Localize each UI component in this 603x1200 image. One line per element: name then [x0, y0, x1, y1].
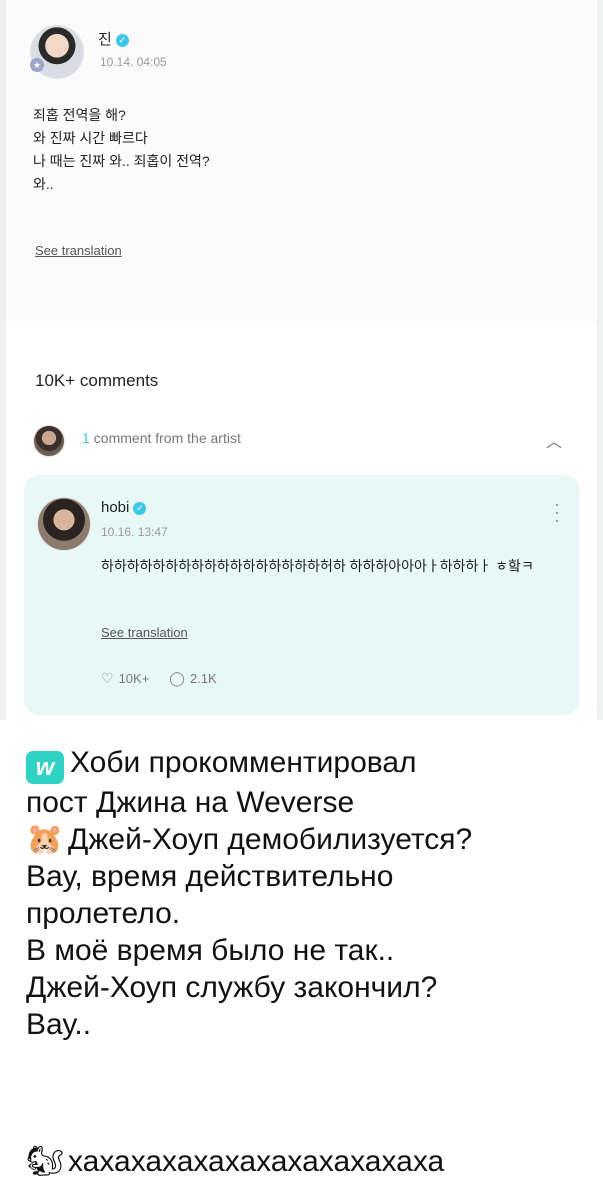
message-text: w Хоби прокомментировал пост Джина на Wev… — [26, 744, 596, 1043]
more-options-icon[interactable]: · · · — [553, 495, 561, 529]
hamster-icon: 🐹 — [26, 823, 64, 856]
post-time: 10.14. 04:05 — [100, 55, 167, 69]
comment-text: 하하하하하하하하하하하하하하하하하허하 하하하아아아ㅏ하하하ㅏ ㅎ핰ㅋ — [101, 558, 534, 574]
reply-count: 2.1K — [189, 671, 217, 686]
artist-comment-label: comment from the artist — [93, 430, 241, 446]
weverse-logo-icon: w — [26, 751, 64, 784]
comment-author-text: hobi — [101, 499, 130, 516]
verified-icon: ✓ — [115, 34, 129, 47]
laugh-line: 🐿 хахахахахахахахахахахаха — [26, 1143, 444, 1181]
message-line: w Хоби прокомментировал — [26, 744, 596, 784]
chevron-up-icon[interactable]: ︿ — [546, 428, 562, 452]
message-line: 🐹 Джей-Хоуп демобилизуется? — [26, 823, 473, 856]
message-line: Вау.. — [26, 1008, 92, 1041]
star-badge-icon: ★ — [30, 58, 44, 72]
comment-time: 10.16. 13:47 — [101, 525, 168, 539]
laugh-text: хахахахахахахахахахахаха — [68, 1145, 445, 1178]
author-name-text: 진 — [98, 31, 112, 48]
comment-see-translation-link[interactable]: See translation — [101, 625, 188, 640]
message-line: пролетело. — [26, 897, 181, 930]
right-edge — [597, 0, 603, 720]
reply-button[interactable]: ◯ 2.1K — [169, 670, 216, 687]
screenshot: ★ 진 ✓ 10.14. 04:05 죄홉 전역을 해? 와 진짜 시간 빠르다 … — [0, 0, 603, 1200]
post-see-translation-link[interactable]: See translation — [35, 243, 122, 258]
message-line: пост Джина на Weverse — [26, 786, 355, 819]
artist-comment-number: 1 — [82, 430, 90, 446]
comment-author[interactable]: hobi ✓ — [101, 499, 147, 516]
like-icon: ♡ — [101, 670, 114, 686]
artist-comment-avatar — [33, 425, 65, 457]
comment-reactions: ♡ 10K+ ◯ 2.1K — [101, 670, 237, 687]
message-line: Джей-Хоуп службу закончил? — [26, 971, 438, 1004]
verified-icon: ✓ — [133, 502, 147, 515]
comments-count: 10K+ comments — [35, 371, 159, 390]
post-body: 죄홉 전역을 해? 와 진짜 시간 빠르다 나 때는 진짜 와.. 죄홉이 전역… — [33, 107, 210, 192]
squirrel-icon: 🐿 — [26, 1145, 65, 1178]
like-count: 10K+ — [118, 671, 150, 686]
message-line: Вау, время действительно — [26, 860, 394, 893]
message-line: В моё время было не так.. — [26, 934, 395, 967]
artist-comments-toggle[interactable]: 1 comment from the artist — [82, 430, 241, 446]
reply-bubble-icon: ◯ — [169, 670, 185, 686]
hobi-avatar[interactable] — [37, 497, 91, 551]
author-name[interactable]: 진 ✓ — [98, 28, 129, 49]
like-button[interactable]: ♡ 10K+ — [101, 670, 149, 687]
